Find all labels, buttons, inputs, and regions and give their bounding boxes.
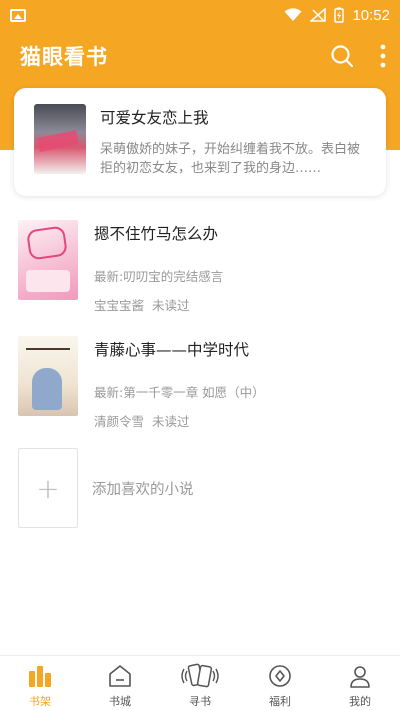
- book-read-status: 未读过: [152, 414, 190, 429]
- wifi-icon: [284, 8, 302, 21]
- nav-label-find-book: 寻书: [189, 695, 211, 708]
- book-list-item[interactable]: 摁不住竹马怎么办 最新:叨叨宝的完结感言 宝宝宝酱 未读过: [18, 220, 388, 313]
- nav-item-profile[interactable]: 我的: [320, 656, 400, 710]
- nav-label-welfare: 福利: [269, 695, 291, 708]
- nav-item-welfare[interactable]: 福利: [240, 656, 320, 710]
- profile-icon: [350, 666, 370, 688]
- book-latest-chapter: 最新:第一千零一章 如愿（中）: [94, 385, 265, 400]
- book-list-item[interactable]: 青藤心事——中学时代 最新:第一千零一章 如愿（中） 清颜令雪 未读过: [18, 336, 388, 429]
- featured-book-cover: [34, 104, 86, 174]
- book-cover: [18, 336, 78, 416]
- app-title: 猫眼看书: [20, 45, 108, 69]
- more-options-icon[interactable]: [380, 44, 386, 68]
- nav-item-bookshelf[interactable]: 书架: [0, 656, 80, 710]
- status-bar: 10:52: [0, 0, 400, 30]
- featured-book-title: 可爱女友恋上我: [100, 109, 209, 127]
- nav-label-bookstore: 书城: [109, 695, 131, 708]
- book-author: 清颜令雪: [94, 414, 145, 429]
- nav-label-bookshelf: 书架: [29, 695, 51, 708]
- book-title: 摁不住竹马怎么办: [94, 225, 219, 243]
- nav-label-profile: 我的: [349, 695, 371, 708]
- book-cover: [18, 220, 78, 300]
- nav-item-bookstore[interactable]: 书城: [80, 656, 160, 710]
- book-title: 青藤心事——中学时代: [94, 341, 250, 359]
- gift-diamond-icon: [269, 665, 291, 687]
- status-time: 10:52: [352, 6, 390, 24]
- plus-icon: +: [36, 471, 60, 505]
- bottom-navigation: 书架 书城 寻书 福利 我的: [0, 655, 400, 710]
- book-latest-chapter: 最新:叨叨宝的完结感言: [94, 269, 224, 284]
- app-bar: 猫眼看书: [0, 30, 400, 82]
- add-book-button[interactable]: +: [18, 448, 78, 528]
- nav-item-find-book[interactable]: 寻书: [160, 656, 240, 710]
- add-book-row[interactable]: + 添加喜欢的小说: [18, 448, 194, 528]
- bookstore-icon: [109, 665, 131, 687]
- book-author: 宝宝宝酱: [94, 298, 145, 313]
- image-notification-icon: [10, 8, 26, 22]
- shake-cards-icon: [181, 663, 219, 688]
- search-icon[interactable]: [330, 44, 354, 68]
- no-signal-icon: [310, 8, 327, 22]
- book-read-status: 未读过: [152, 298, 190, 313]
- add-book-label: 添加喜欢的小说: [92, 481, 194, 498]
- battery-charging-icon: [334, 7, 345, 23]
- featured-book-card[interactable]: 可爱女友恋上我 呆萌傲娇的妹子，开始纠缠着我不放。表白被拒的初恋女友，也来到了我…: [14, 88, 386, 196]
- featured-book-description: 呆萌傲娇的妹子，开始纠缠着我不放。表白被拒的初恋女友，也来到了我的身边……: [100, 142, 361, 176]
- bookshelf-icon: [29, 666, 51, 687]
